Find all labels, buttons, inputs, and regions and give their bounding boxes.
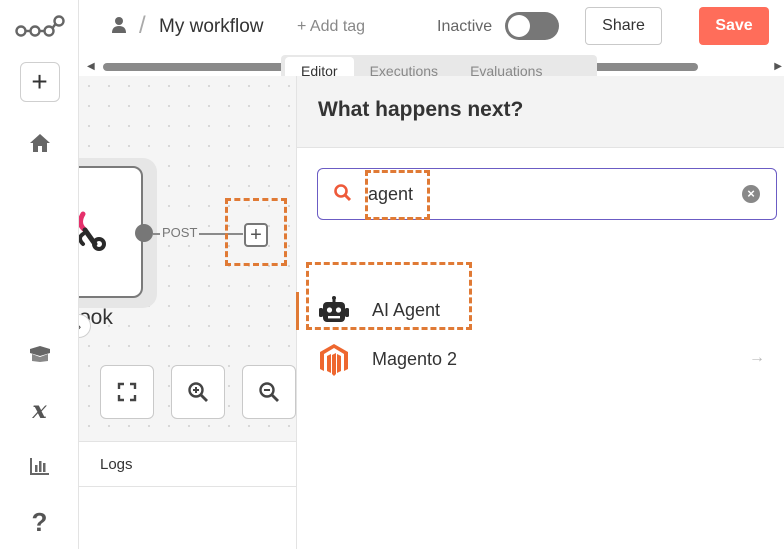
tab-editor[interactable]: Editor — [285, 57, 354, 77]
zoom-out-icon — [259, 382, 279, 402]
zoom-in-button[interactable] — [171, 365, 225, 419]
user-icon — [111, 16, 127, 39]
selected-marker — [296, 292, 299, 330]
highlight-frame — [306, 262, 472, 330]
zoom-out-button[interactable] — [242, 365, 296, 419]
create-new-button[interactable]: + — [0, 62, 79, 102]
add-tag-link[interactable]: + Add tag — [297, 18, 365, 36]
logs-title[interactable]: Logs — [100, 456, 133, 473]
scroll-left-arrow-icon[interactable]: ◀ — [87, 61, 95, 72]
highlight-frame — [365, 170, 430, 220]
left-sidebar: + x ? — [0, 0, 79, 549]
templates-box-icon[interactable] — [0, 340, 79, 368]
panel-title: What happens next? — [318, 98, 524, 121]
plus-icon: + — [19, 62, 60, 102]
breadcrumb-separator: / — [139, 12, 146, 39]
panel-header: What happens next? — [297, 76, 784, 148]
arrow-right-icon: → — [749, 349, 765, 366]
workflow-name[interactable]: My workflow — [159, 16, 264, 38]
variables-icon[interactable]: x — [0, 395, 79, 424]
workflow-canvas[interactable]: ook › POST + — [79, 76, 296, 441]
tab-executions[interactable]: Executions — [354, 57, 454, 77]
magento-icon — [317, 343, 351, 377]
fullscreen-icon — [117, 382, 137, 402]
logs-panel: Logs — [79, 441, 296, 549]
result-item-magento-2[interactable]: Magento 2 → — [297, 333, 784, 387]
top-bar: / My workflow + Add tag Inactive Share S… — [79, 0, 784, 55]
active-status-label: Inactive — [437, 18, 493, 35]
highlight-frame — [225, 198, 287, 266]
tab-evaluations[interactable]: Evaluations — [454, 57, 558, 77]
fit-view-button[interactable] — [100, 365, 154, 419]
active-toggle[interactable] — [505, 12, 559, 40]
webhook-node[interactable] — [79, 166, 143, 298]
logs-divider — [79, 486, 296, 487]
scroll-right-arrow-icon[interactable]: ▶ — [774, 61, 782, 72]
share-button[interactable]: Share — [585, 7, 662, 45]
n8n-logo-icon[interactable] — [0, 10, 79, 46]
connection-label: POST — [160, 225, 200, 240]
toggle-knob — [508, 15, 530, 37]
insights-chart-icon[interactable] — [0, 452, 79, 480]
view-tabs: Editor Executions Evaluations — [281, 55, 597, 77]
home-icon[interactable] — [0, 128, 79, 158]
save-button[interactable]: Save — [699, 7, 769, 45]
webhook-icon — [79, 211, 106, 251]
node-creator-panel: What happens next? × AI Agent — [296, 76, 784, 549]
result-label: Magento 2 — [372, 349, 458, 369]
zoom-in-icon — [188, 382, 208, 402]
clear-search-icon[interactable]: × — [742, 185, 760, 203]
help-icon[interactable]: ? — [0, 507, 79, 537]
search-icon — [333, 183, 353, 208]
output-port[interactable] — [135, 224, 153, 242]
